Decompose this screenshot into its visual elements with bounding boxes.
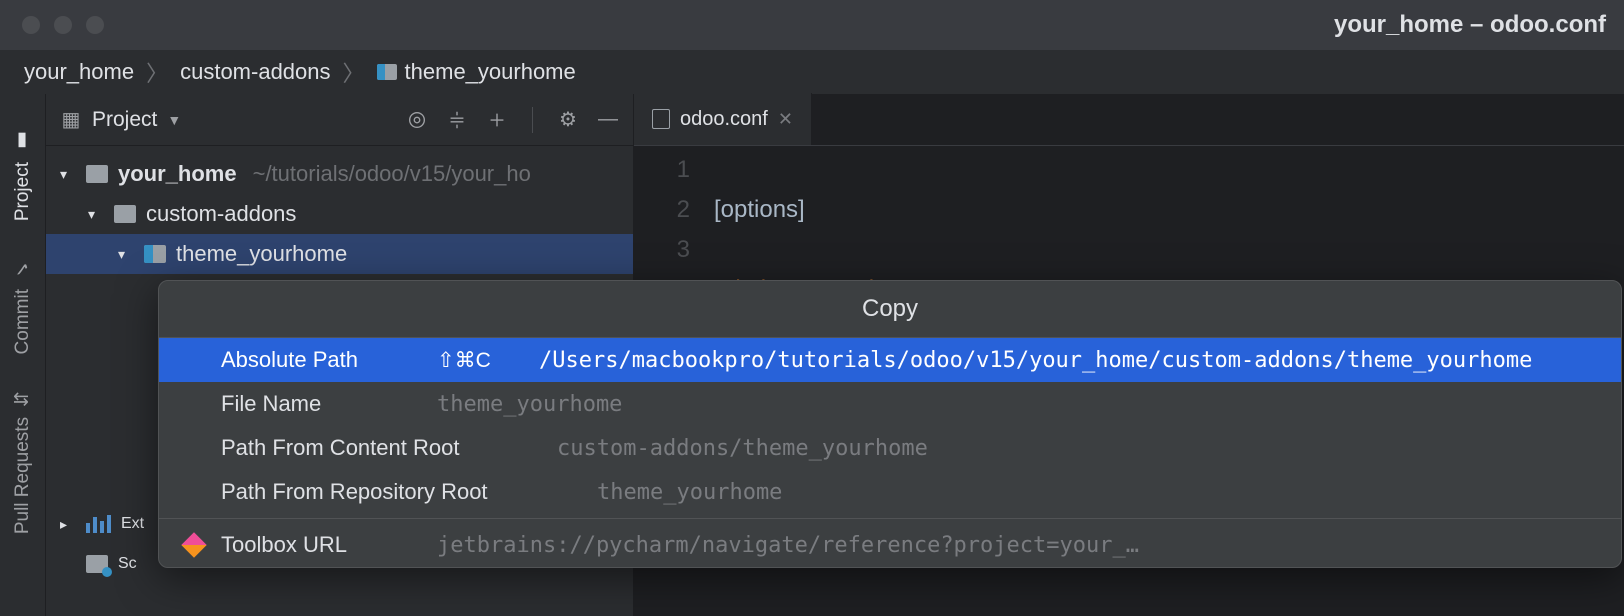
menu-label: Path From Content Root — [221, 435, 541, 461]
menu-item-content-root[interactable]: Path From Content Root custom-addons/the… — [159, 426, 1621, 470]
menu-value: theme_yourhome — [597, 480, 782, 505]
target-icon[interactable] — [406, 109, 428, 131]
context-menu-copy: Copy Absolute Path ⇧⌘C /Users/macbookpro… — [158, 280, 1622, 568]
chevron-right-icon: 〉 — [343, 56, 365, 88]
menu-item-absolute-path[interactable]: Absolute Path ⇧⌘C /Users/macbookpro/tuto… — [159, 338, 1621, 382]
tree-hint: ~/tutorials/odoo/v15/your_ho — [253, 161, 531, 187]
divider — [532, 107, 533, 133]
tabbar: odoo.conf ✕ — [634, 94, 1624, 146]
rail-pull-requests[interactable]: Pull Requests ⇵ — [12, 391, 34, 534]
hide-icon[interactable]: — — [597, 109, 619, 131]
chevron-down-icon[interactable]: ▼ — [167, 112, 181, 128]
file-icon — [652, 109, 670, 129]
tool-window-bar: Project ▮ Commit ✓ Pull Requests ⇵ — [0, 94, 46, 616]
folder-icon — [86, 165, 108, 183]
breadcrumb-item[interactable]: custom-addons — [180, 59, 330, 85]
menu-value: custom-addons/theme_yourhome — [557, 436, 928, 461]
commit-icon: ✓ — [12, 257, 34, 279]
chevron-down-icon: ▾ — [118, 246, 134, 263]
titlebar: your_home – odoo.conf — [0, 0, 1624, 50]
chevron-right-icon: 〉 — [146, 56, 168, 88]
menu-value: theme_yourhome — [437, 392, 622, 417]
folder-icon — [114, 205, 136, 223]
chevron-right-icon: ▸ — [60, 516, 76, 533]
collapse-all-icon[interactable] — [486, 109, 508, 131]
minimize-window[interactable] — [54, 16, 72, 34]
panel-header: ▦ Project ▼ ⚙ — — [46, 94, 633, 146]
tree-item-folder[interactable]: ▾ custom-addons — [46, 194, 633, 234]
panel-title[interactable]: Project — [92, 108, 157, 132]
tree-label: Sc — [118, 555, 137, 573]
chevron-down-icon: ▾ — [88, 206, 104, 223]
rail-label: Project — [12, 162, 34, 221]
rail-label: Pull Requests — [12, 417, 34, 534]
breadcrumb-label: theme_yourhome — [405, 59, 576, 85]
menu-label: Path From Repository Root — [221, 479, 581, 505]
tree-label: Ext — [121, 515, 144, 533]
tab-label: odoo.conf — [680, 108, 768, 131]
folder-icon — [144, 245, 166, 263]
close-icon[interactable]: ✕ — [778, 109, 793, 130]
project-tree[interactable]: ▾ your_home ~/tutorials/odoo/v15/your_ho… — [46, 146, 633, 274]
pull-request-icon: ⇵ — [12, 391, 34, 407]
rail-commit[interactable]: Commit ✓ — [12, 257, 34, 354]
menu-value: jetbrains://pycharm/navigate/reference?p… — [437, 533, 1139, 558]
tree-label: your_home — [118, 161, 237, 187]
close-window[interactable] — [22, 16, 40, 34]
breadcrumb: your_home 〉 custom-addons 〉 theme_yourho… — [0, 50, 1624, 94]
menu-label: Absolute Path — [221, 347, 421, 373]
menu-label: Toolbox URL — [221, 532, 421, 558]
window-title: your_home – odoo.conf — [1334, 11, 1606, 39]
separator — [159, 518, 1621, 519]
breadcrumb-item[interactable]: your_home — [24, 59, 134, 85]
library-icon — [86, 515, 111, 533]
tree-label: theme_yourhome — [176, 241, 347, 267]
chevron-down-icon: ▾ — [60, 166, 76, 183]
menu-item-repo-root[interactable]: Path From Repository Root theme_yourhome — [159, 470, 1621, 514]
menu-value: /Users/macbookpro/tutorials/odoo/v15/you… — [539, 348, 1532, 373]
menu-label: File Name — [221, 391, 421, 417]
breadcrumb-item[interactable]: theme_yourhome — [377, 59, 576, 85]
maximize-window[interactable] — [86, 16, 104, 34]
folder-icon — [86, 555, 108, 573]
menu-item-file-name[interactable]: File Name theme_yourhome — [159, 382, 1621, 426]
rail-project[interactable]: Project ▮ — [12, 130, 34, 221]
editor-tab[interactable]: odoo.conf ✕ — [634, 93, 812, 145]
menu-item-toolbox-url[interactable]: Toolbox URL jetbrains://pycharm/navigate… — [159, 523, 1621, 567]
tree-label: custom-addons — [146, 201, 296, 227]
project-view-icon: ▦ — [60, 109, 82, 131]
rail-label: Commit — [12, 289, 34, 354]
expand-all-icon[interactable] — [446, 109, 468, 131]
toolbox-icon — [183, 536, 205, 554]
tree-item-root[interactable]: ▾ your_home ~/tutorials/odoo/v15/your_ho — [46, 154, 633, 194]
folder-icon: ▮ — [12, 130, 34, 152]
gear-icon[interactable]: ⚙ — [557, 109, 579, 131]
folder-icon — [377, 64, 397, 80]
tree-item-theme[interactable]: ▾ theme_yourhome — [46, 234, 633, 274]
window-controls — [0, 16, 104, 34]
context-menu-title: Copy — [159, 281, 1621, 338]
menu-shortcut: ⇧⌘C — [437, 348, 523, 373]
